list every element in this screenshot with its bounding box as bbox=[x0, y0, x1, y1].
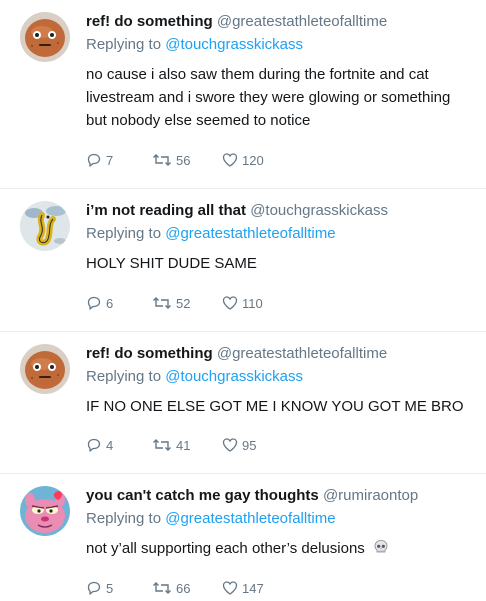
user-handle[interactable]: @greatestathleteofalltime bbox=[217, 345, 387, 362]
reply-icon bbox=[87, 153, 101, 167]
tweet-content: i’m not reading all that @touchgrasskick… bbox=[86, 201, 474, 275]
replying-to-link[interactable]: @touchgrasskickass bbox=[165, 368, 303, 385]
retweet-icon bbox=[153, 582, 171, 594]
avatar[interactable] bbox=[20, 344, 70, 394]
tweet-content: you can't catch me gay thoughts @rumirao… bbox=[86, 486, 474, 560]
reply-icon bbox=[87, 581, 101, 595]
potato-face-avatar-icon bbox=[20, 12, 70, 62]
display-name[interactable]: you can't catch me gay thoughts bbox=[86, 487, 319, 504]
tweet-header: ref! do something @greatestathleteofallt… bbox=[86, 344, 474, 364]
retweet-count: 41 bbox=[176, 437, 191, 453]
retweet-button[interactable]: 52 bbox=[152, 295, 192, 311]
skull-icon bbox=[374, 540, 388, 553]
user-handle[interactable]: @touchgrasskickass bbox=[250, 202, 388, 219]
like-count: 110 bbox=[242, 295, 263, 311]
replying-prefix: Replying to bbox=[86, 36, 162, 53]
replying-to-link[interactable]: @greatestathleteofalltime bbox=[165, 225, 335, 242]
heart-icon bbox=[222, 296, 238, 310]
like-button[interactable]: 95 bbox=[222, 437, 256, 453]
tweet[interactable]: ref! do something @greatestathleteofallt… bbox=[0, 0, 486, 189]
user-handle[interactable]: @greatestathleteofalltime bbox=[217, 13, 387, 30]
reply-count: 4 bbox=[106, 437, 114, 453]
reply-button[interactable]: 4 bbox=[86, 437, 122, 453]
retweet-count: 52 bbox=[176, 295, 191, 311]
display-name[interactable]: ref! do something bbox=[86, 345, 213, 362]
replying-to: Replying to @touchgrasskickass bbox=[86, 367, 474, 387]
avatar[interactable] bbox=[20, 486, 70, 536]
replying-to: Replying to @touchgrasskickass bbox=[86, 35, 474, 55]
tweet-text: IF NO ONE ELSE GOT ME I KNOW YOU GOT ME … bbox=[86, 398, 464, 415]
tweet[interactable]: you can't catch me gay thoughts @rumirao… bbox=[0, 474, 486, 601]
replying-prefix: Replying to bbox=[86, 368, 162, 385]
like-button[interactable]: 110 bbox=[222, 295, 263, 311]
retweet-button[interactable]: 41 bbox=[152, 437, 192, 453]
retweet-count: 56 bbox=[176, 152, 191, 168]
tweet-header: i’m not reading all that @touchgrasskick… bbox=[86, 201, 474, 221]
tweet-content: ref! do something @greatestathleteofallt… bbox=[86, 12, 474, 132]
tweet-actions: 7 56 120 bbox=[86, 152, 294, 168]
tweet-feed: ref! do something @greatestathleteofallt… bbox=[0, 0, 486, 601]
heart-icon bbox=[222, 153, 238, 167]
reply-count: 6 bbox=[106, 295, 114, 311]
tweet[interactable]: ref! do something @greatestathleteofallt… bbox=[0, 332, 486, 474]
tweet-text-container: not y’all supporting each other’s delusi… bbox=[86, 537, 474, 560]
reply-count: 5 bbox=[106, 580, 114, 596]
like-button[interactable]: 120 bbox=[222, 152, 264, 168]
replying-prefix: Replying to bbox=[86, 225, 162, 242]
retweet-icon bbox=[153, 154, 171, 166]
tweet-content: ref! do something @greatestathleteofallt… bbox=[86, 344, 474, 418]
reply-button[interactable]: 7 bbox=[86, 152, 122, 168]
potato-face-avatar-icon bbox=[20, 344, 70, 394]
reply-button[interactable]: 5 bbox=[86, 580, 122, 596]
tweet-actions: 6 52 110 bbox=[86, 295, 293, 311]
retweet-button[interactable]: 66 bbox=[152, 580, 192, 596]
reply-count: 7 bbox=[106, 152, 114, 168]
replying-prefix: Replying to bbox=[86, 510, 162, 527]
replying-to-link[interactable]: @greatestathleteofalltime bbox=[165, 510, 335, 527]
retweet-button[interactable]: 56 bbox=[152, 152, 192, 168]
like-count: 120 bbox=[242, 152, 264, 168]
pink-panther-avatar-icon bbox=[20, 486, 70, 536]
like-count: 147 bbox=[242, 580, 264, 596]
reply-button[interactable]: 6 bbox=[86, 295, 122, 311]
display-name[interactable]: i’m not reading all that bbox=[86, 202, 246, 219]
tweet-text: HOLY SHIT DUDE SAME bbox=[86, 255, 257, 272]
avatar[interactable] bbox=[20, 12, 70, 62]
tweet[interactable]: i’m not reading all that @touchgrasskick… bbox=[0, 189, 486, 332]
tweet-actions: 5 66 147 bbox=[86, 580, 294, 596]
tweet-actions: 4 41 95 bbox=[86, 437, 286, 453]
user-handle[interactable]: @rumiraontop bbox=[323, 487, 418, 504]
cartoon-yellow-figure-avatar-icon bbox=[20, 201, 70, 251]
tweet-header: ref! do something @greatestathleteofallt… bbox=[86, 12, 474, 32]
reply-icon bbox=[87, 296, 101, 310]
display-name[interactable]: ref! do something bbox=[86, 13, 213, 30]
heart-icon bbox=[222, 581, 238, 595]
avatar[interactable] bbox=[20, 201, 70, 251]
retweet-icon bbox=[153, 297, 171, 309]
tweet-header: you can't catch me gay thoughts @rumirao… bbox=[86, 486, 474, 506]
retweet-icon bbox=[153, 439, 171, 451]
tweet-text: no cause i also saw them during the fort… bbox=[86, 66, 451, 129]
replying-to-link[interactable]: @touchgrasskickass bbox=[165, 36, 303, 53]
tweet-text: not y’all supporting each other’s delusi… bbox=[86, 540, 365, 557]
like-count: 95 bbox=[242, 437, 257, 453]
replying-to: Replying to @greatestathleteofalltime bbox=[86, 509, 474, 529]
replying-to: Replying to @greatestathleteofalltime bbox=[86, 224, 474, 244]
reply-icon bbox=[87, 438, 101, 452]
like-button[interactable]: 147 bbox=[222, 580, 264, 596]
heart-icon bbox=[222, 438, 238, 452]
retweet-count: 66 bbox=[176, 580, 191, 596]
